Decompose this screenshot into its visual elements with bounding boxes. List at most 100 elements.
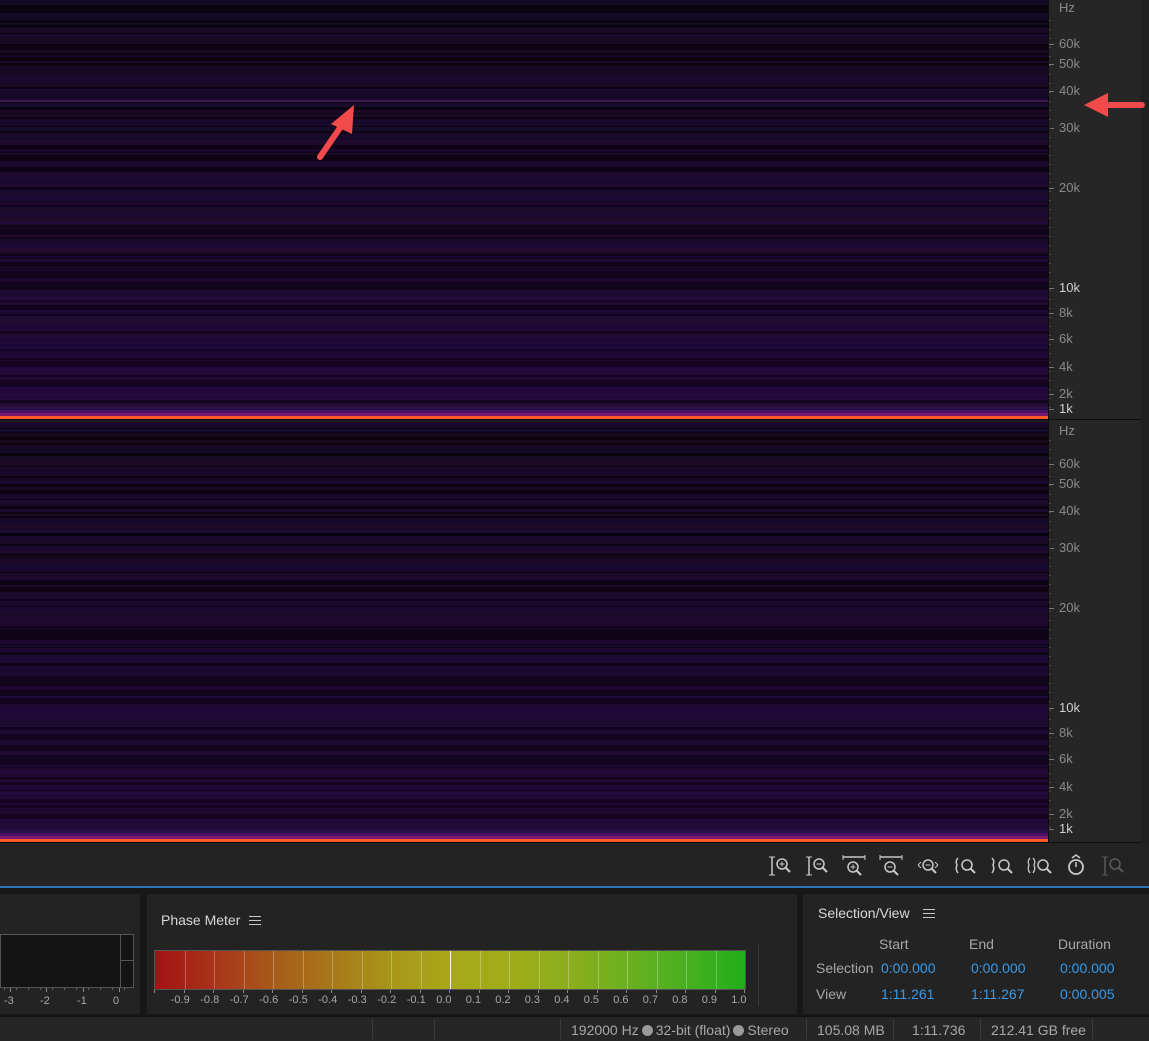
phase-scale-tick xyxy=(301,990,303,993)
ruler-label: 4k xyxy=(1059,779,1073,794)
ruler-minor-tick xyxy=(1049,389,1051,390)
selection-end-field[interactable]: 0:00.000 xyxy=(971,960,1026,976)
status-bar: 192000 Hz 32-bit (float) Stereo 105.08 MB … xyxy=(0,1016,1149,1041)
spectrogram-band xyxy=(0,814,1048,816)
phase-scale-label: 0.9 xyxy=(701,994,718,1006)
phase-scale-label: 1.0 xyxy=(731,994,747,1006)
level-scale-tick xyxy=(10,988,11,992)
spectrogram-band xyxy=(0,292,1048,293)
panel-menu-icon[interactable] xyxy=(249,916,261,926)
spectrogram-band xyxy=(0,239,1048,242)
zoom-spectral-icon[interactable] xyxy=(1100,853,1126,879)
view-start-field[interactable]: 1:11.261 xyxy=(881,986,934,1002)
spectrogram-band xyxy=(0,337,1048,339)
frequency-ruler-right[interactable]: Hz 60k 50k 40k 30k 20k 10k 8k 6k 4k 2k 1k xyxy=(1048,420,1142,843)
zoom-in-right-icon[interactable] xyxy=(989,853,1015,879)
spectral-display[interactable]: Hz 60k 50k 40k 30k 20k 10k 8k 6k 4k 2k 1k Hz 60k 50… xyxy=(0,0,1149,887)
phase-scale-tick xyxy=(331,990,332,993)
ruler-minor-tick xyxy=(1049,56,1051,57)
zoom-out-full-icon[interactable] xyxy=(878,853,904,879)
spectrogram-band xyxy=(0,675,1048,676)
level-meter-panel: -3 -2 -1 0 xyxy=(0,894,140,1014)
spectrogram-band xyxy=(0,764,1048,765)
ruler-label: 1k xyxy=(1059,821,1073,836)
spectrogram-band xyxy=(0,213,1048,214)
zoom-in-full-icon[interactable] xyxy=(841,853,867,879)
spectrogram-band xyxy=(0,553,1048,554)
view-end-field[interactable]: 1:11.267 xyxy=(971,986,1024,1002)
spectrogram-band xyxy=(0,494,1048,497)
phase-scale-label: -0.3 xyxy=(347,994,367,1006)
spectrogram-band xyxy=(0,512,1048,514)
spectrogram-band xyxy=(0,745,1048,747)
spectrogram-band xyxy=(0,466,1048,467)
spectrogram-band xyxy=(0,422,1048,425)
level-minor-tick xyxy=(16,988,17,990)
vertical-scrollbar[interactable] xyxy=(1141,0,1149,843)
spectrogram-band xyxy=(0,533,1048,536)
phase-scale-tick xyxy=(213,990,214,993)
spectrogram-band xyxy=(0,229,1048,230)
spectrogram-band xyxy=(0,323,1048,324)
spectrogram-band xyxy=(0,324,1048,327)
phase-scale-tick xyxy=(685,990,686,993)
zoom-both-icon[interactable] xyxy=(1026,853,1052,879)
zoom-in-amplitude-icon[interactable] xyxy=(767,853,793,879)
spectrogram-band xyxy=(0,87,1048,89)
spectrogram-band xyxy=(0,724,1048,725)
panel-menu-icon[interactable] xyxy=(923,909,935,919)
ruler-minor-tick xyxy=(1049,407,1051,408)
spectrogram-band xyxy=(0,36,1048,37)
spectrogram-band xyxy=(0,31,1048,33)
frequency-ruler-left[interactable]: Hz 60k 50k 40k 30k 20k 10k 8k 6k 4k 2k 1k xyxy=(1048,0,1142,420)
level-meter-bars xyxy=(0,934,134,988)
selection-duration-field[interactable]: 0:00.000 xyxy=(1060,960,1115,976)
ruler-tick xyxy=(1049,44,1054,45)
spectrogram-band xyxy=(0,383,1048,386)
spectrogram-band xyxy=(0,220,1048,221)
spectrogram-band xyxy=(0,522,1048,524)
spectrogram-band xyxy=(0,4,1048,5)
ruler-minor-tick xyxy=(1049,371,1051,372)
spectrogram-band xyxy=(0,702,1048,704)
ruler-minor-tick xyxy=(1049,65,1051,66)
zoom-in-left-icon[interactable] xyxy=(952,853,978,879)
spectrogram-band xyxy=(0,293,1048,296)
spectrogram-band xyxy=(0,478,1048,481)
spectrogram-band xyxy=(0,310,1048,312)
ruler-minor-tick xyxy=(1049,227,1051,228)
channel-right-spectrogram[interactable] xyxy=(0,422,1048,843)
separator-dot-icon xyxy=(641,1025,653,1036)
faint-tone-band xyxy=(0,100,1048,102)
spectrogram-band xyxy=(0,573,1048,575)
zoom-reset-icon[interactable] xyxy=(1063,853,1089,879)
level-minor-tick xyxy=(88,988,89,990)
spectrogram-band xyxy=(0,355,1048,358)
selection-start-field[interactable]: 0:00.000 xyxy=(881,960,936,976)
spectrogram-band xyxy=(0,738,1048,740)
spectrogram-band xyxy=(0,509,1048,512)
channel-left-spectrogram[interactable] xyxy=(0,0,1048,420)
spectrogram-band xyxy=(0,725,1048,726)
ruler-tick xyxy=(1049,409,1054,410)
ruler-tick xyxy=(1049,188,1054,189)
phase-meter-bar xyxy=(154,950,746,990)
level-minor-tick xyxy=(64,988,65,990)
view-duration-field[interactable]: 0:00.005 xyxy=(1060,986,1115,1002)
spectrogram-band xyxy=(0,606,1048,607)
zoom-out-amplitude-icon[interactable] xyxy=(804,853,830,879)
spectrogram-band xyxy=(0,767,1048,768)
level-minor-tick xyxy=(28,988,29,990)
phase-grid-line xyxy=(627,951,628,989)
phase-scale-tick xyxy=(272,990,273,993)
level-scale-tick xyxy=(83,988,84,992)
zoom-selection-icon[interactable] xyxy=(915,853,941,879)
spectrogram-band xyxy=(0,686,1048,689)
spectrogram-band xyxy=(0,271,1048,274)
spectrogram-band xyxy=(0,225,1048,226)
spectrogram-band xyxy=(0,98,1048,99)
spectrogram-band xyxy=(0,730,1048,732)
spectrogram-band xyxy=(0,267,1048,268)
spectrogram-band xyxy=(0,530,1048,533)
spectrogram-band xyxy=(0,569,1048,571)
